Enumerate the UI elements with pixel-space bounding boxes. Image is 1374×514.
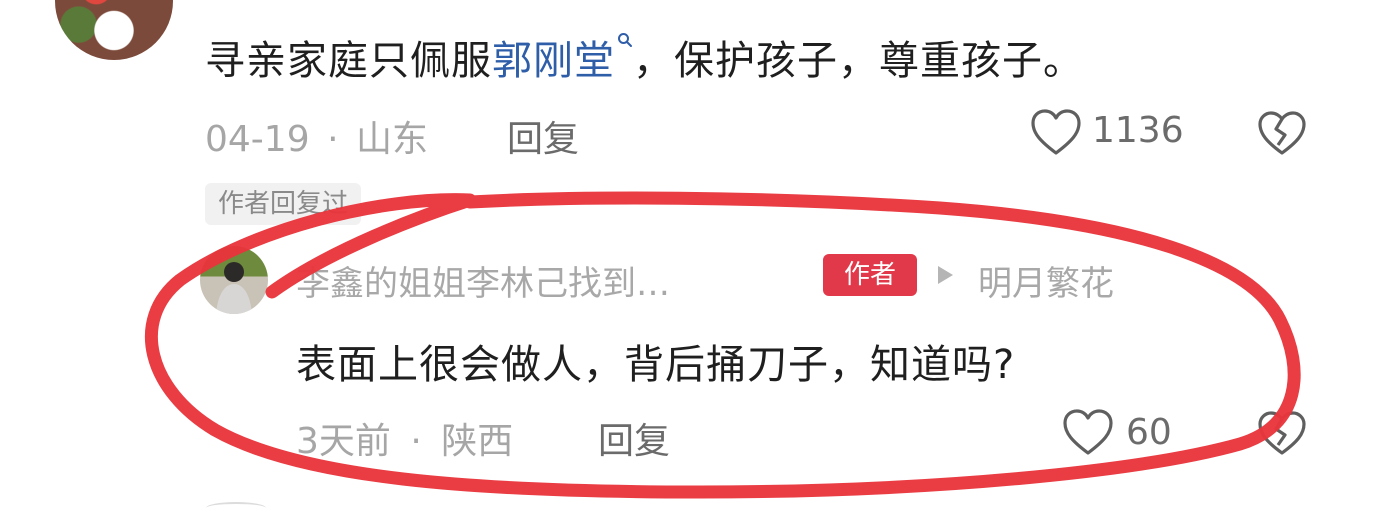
reply-location: 陕西 <box>441 421 514 462</box>
hashtag-link-text: 郭刚堂 <box>492 38 615 84</box>
comment-meta: 04-19 · 山东 <box>205 110 428 162</box>
broken-heart-icon[interactable] <box>1256 410 1308 458</box>
comment-text-end: ，保护孩子，尊重孩子。 <box>633 38 1084 84</box>
comment-text: 寻亲家庭只佩服郭刚堂 ，保护孩子，尊重孩子。 <box>205 28 1084 86</box>
reply-button[interactable]: 回复 <box>507 110 579 162</box>
broken-heart-icon[interactable] <box>1256 110 1308 158</box>
search-icon <box>618 33 632 47</box>
reply-button[interactable]: 回复 <box>598 412 670 464</box>
meta-separator: · <box>410 421 422 462</box>
author-badge: 作者 <box>823 254 917 296</box>
comment-date: 04-19 <box>205 119 310 160</box>
avatar[interactable] <box>200 246 268 314</box>
avatar-figure <box>216 262 252 314</box>
avatar[interactable] <box>55 0 173 60</box>
reply-username[interactable]: 李鑫的姐姐李林己找到… <box>296 256 670 305</box>
reply-meta: 3天前 · 陕西 <box>296 412 513 464</box>
heart-icon[interactable] <box>1062 408 1114 458</box>
reply-target-username[interactable]: 明月繁花 <box>978 256 1114 305</box>
next-avatar <box>206 502 266 514</box>
comment-text-start: 寻亲家庭只佩服 <box>205 38 492 84</box>
comment-location: 山东 <box>355 119 428 160</box>
hashtag-link[interactable]: 郭刚堂 <box>492 33 633 84</box>
like-count: 60 <box>1126 412 1172 453</box>
author-replied-badge: 作者回复过 <box>205 183 362 225</box>
reply-text: 表面上很会做人，背后捅刀子，知道吗? <box>296 342 1016 388</box>
reply-time: 3天前 <box>296 421 391 462</box>
play-triangle-icon <box>938 266 953 284</box>
like-count: 1136 <box>1092 110 1184 151</box>
heart-icon[interactable] <box>1030 108 1082 158</box>
meta-separator: · <box>327 119 339 160</box>
